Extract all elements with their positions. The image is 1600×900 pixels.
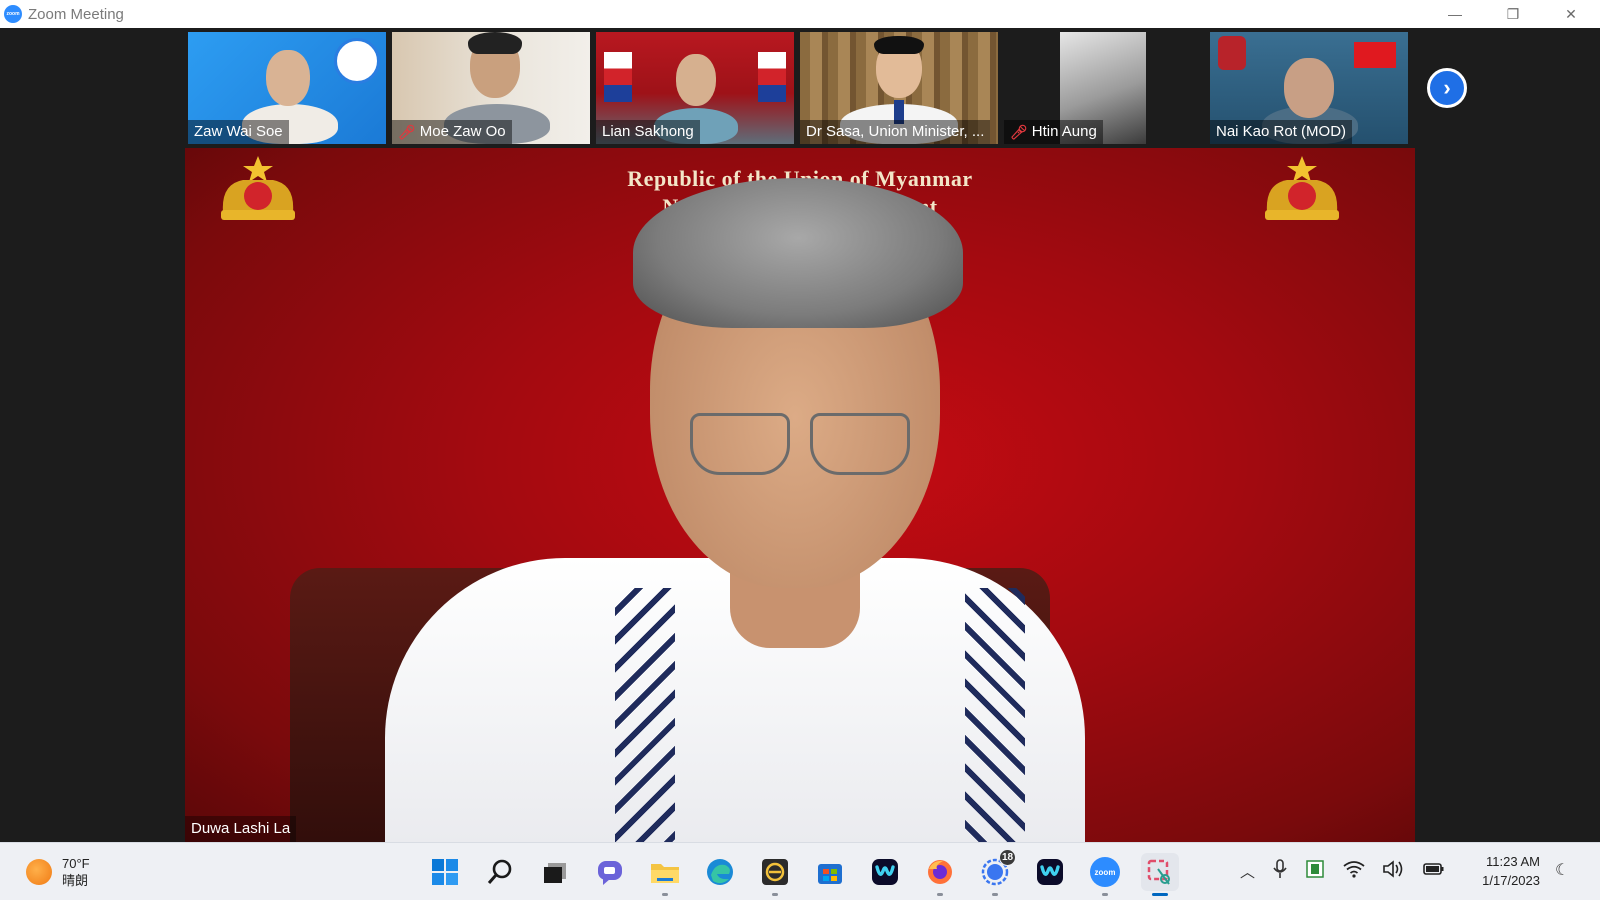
zoom-app-icon-label: zoom	[6, 11, 20, 17]
flag-icon	[1354, 42, 1396, 68]
search-icon[interactable]	[481, 853, 519, 891]
participant-head	[266, 50, 310, 106]
windows-taskbar: 70°F 晴朗 18 zoom ︿ 11:23 AM 1/17/2023 ☾	[0, 842, 1600, 900]
mic-muted-icon: 🎤︎	[1010, 124, 1028, 140]
clock-date: 1/17/2023	[1482, 873, 1540, 888]
microphone-icon[interactable]	[1273, 859, 1287, 883]
participant-tile[interactable]: Lian Sakhong	[596, 32, 794, 144]
participant-name: Zaw Wai Soe	[188, 120, 289, 144]
participant-name: Lian Sakhong	[596, 120, 700, 144]
task-view-icon[interactable]	[536, 853, 574, 891]
system-clock[interactable]: 11:23 AM 1/17/2023	[1470, 852, 1540, 890]
participant-name: Nai Kao Rot (MOD)	[1210, 120, 1353, 144]
running-indicator	[1102, 893, 1108, 896]
participant-name-text: Nai Kao Rot (MOD)	[1216, 123, 1347, 140]
glasses-lens-right	[810, 413, 910, 475]
window-controls: — ❐ ✕	[1426, 0, 1600, 28]
edge-icon[interactable]	[701, 853, 739, 891]
emblem-icon	[1218, 36, 1246, 70]
flag-icon	[758, 52, 786, 102]
weather-description: 晴朗	[62, 873, 89, 888]
microsoft-store-icon[interactable]	[811, 853, 849, 891]
signal-icon[interactable]: 18	[976, 849, 1016, 896]
flag-icon	[604, 52, 632, 102]
participant-head	[676, 54, 716, 106]
participant-tile[interactable]: Zaw Wai Soe	[188, 32, 386, 144]
participant-name-text: Dr Sasa, Union Minister, ...	[806, 123, 985, 140]
participant-head	[1284, 58, 1334, 118]
chevron-right-icon: ›	[1443, 75, 1451, 100]
restore-button[interactable]: ❐	[1484, 0, 1542, 28]
chevron-up-icon[interactable]: ︿	[1240, 861, 1255, 882]
close-button[interactable]: ✕	[1542, 0, 1600, 28]
running-indicator	[662, 893, 668, 896]
weather-widget[interactable]: 70°F 晴朗	[26, 855, 90, 889]
webex-icon[interactable]	[866, 853, 904, 891]
input-method-icon[interactable]	[1305, 859, 1325, 883]
participant-name-text: Moe Zaw Oo	[419, 123, 506, 140]
running-indicator	[1152, 893, 1168, 896]
file-explorer-icon[interactable]	[646, 853, 684, 896]
sun-icon	[26, 859, 52, 885]
participant-tile[interactable]: Dr Sasa, Union Minister, ...	[800, 32, 998, 144]
focus-assist-icon[interactable]: ☾	[1555, 860, 1569, 880]
zoom-logo: zoom	[1090, 857, 1120, 887]
participant-hair	[468, 32, 522, 54]
next-page-button[interactable]: ›	[1427, 68, 1467, 108]
taskbar-apps: 18 zoom	[426, 849, 1179, 896]
participant-name-text: Htin Aung	[1031, 123, 1097, 140]
weather-text: 70°F 晴朗	[62, 855, 90, 889]
speaker-hair	[633, 178, 963, 328]
volume-icon[interactable]	[1383, 860, 1405, 882]
windows-start-icon[interactable]	[426, 853, 464, 891]
embroidery-pattern	[615, 588, 675, 842]
zoom-icon[interactable]: zoom	[1086, 853, 1124, 896]
participant-tile[interactable]: 🎤︎ Htin Aung	[1004, 32, 1152, 144]
system-tray: ︿	[1240, 859, 1445, 883]
zoom-app-icon: zoom	[4, 5, 22, 23]
active-speaker-video[interactable]: Republic of the Union of Myanmar Nationa…	[185, 148, 1415, 842]
meeting-area: Zaw Wai Soe 🎤︎ Moe Zaw Oo Lian Sakhong Dr…	[0, 28, 1600, 842]
participant-name-text: Zaw Wai Soe	[194, 123, 283, 140]
chat-icon[interactable]	[591, 853, 629, 891]
participant-tile[interactable]: Nai Kao Rot (MOD)	[1210, 32, 1408, 144]
notification-badge: 18	[999, 849, 1016, 866]
webex-icon[interactable]	[1031, 853, 1069, 891]
participant-tile[interactable]: 🎤︎ Moe Zaw Oo	[392, 32, 590, 144]
app-icon[interactable]	[756, 853, 794, 896]
glasses-lens-left	[690, 413, 790, 475]
window-title: Zoom Meeting	[28, 5, 124, 23]
participant-name: 🎤︎ Moe Zaw Oo	[392, 120, 512, 144]
battery-icon[interactable]	[1423, 861, 1445, 881]
participant-name-text: Lian Sakhong	[602, 123, 694, 140]
wifi-icon[interactable]	[1343, 860, 1365, 882]
running-indicator	[772, 893, 778, 896]
participant-hair	[874, 36, 924, 54]
snipping-tool-icon[interactable]	[1141, 853, 1179, 896]
running-indicator	[937, 893, 943, 896]
participant-name: 🎤︎ Htin Aung	[1004, 120, 1103, 144]
mic-muted-icon: 🎤︎	[398, 124, 416, 140]
embroidery-pattern	[965, 588, 1025, 842]
ministry-logo-icon	[334, 38, 380, 84]
clock-time: 11:23 AM	[1486, 854, 1540, 869]
window-title-bar: zoom Zoom Meeting — ❐ ✕	[0, 0, 1600, 28]
firefox-icon[interactable]	[921, 853, 959, 896]
participant-name: Dr Sasa, Union Minister, ...	[800, 120, 991, 144]
weather-temperature: 70°F	[62, 856, 90, 871]
active-speaker-name: Duwa Lashi La	[185, 816, 297, 842]
minimize-button[interactable]: —	[1426, 0, 1484, 28]
running-indicator	[992, 893, 998, 896]
